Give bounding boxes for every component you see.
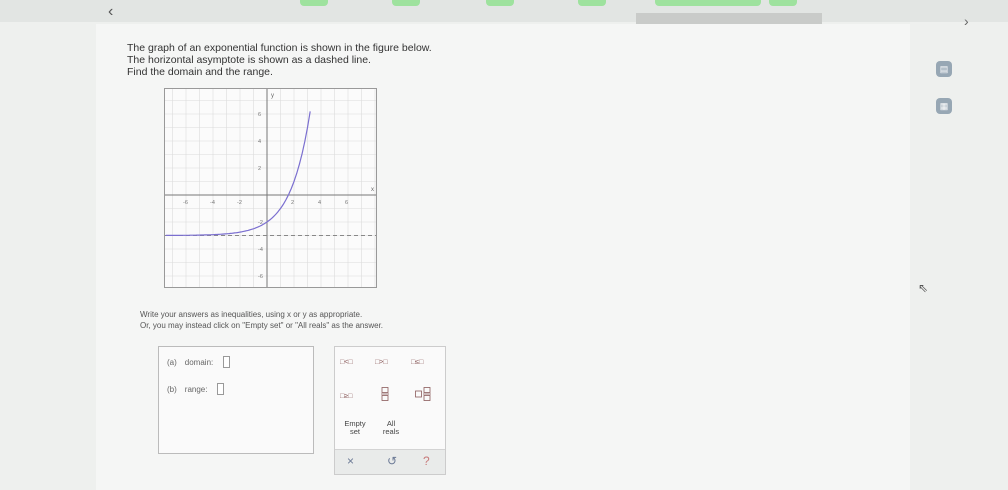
x-tick-label: 6 bbox=[345, 200, 348, 206]
answer-box: (a) domain: (b) range: bbox=[158, 346, 314, 454]
tick-labels: -6 -4 -2 2 4 6 6 4 2 -2 -4 -6 bbox=[183, 112, 348, 280]
instruction-line: Write your answers as inequalities, usin… bbox=[140, 310, 363, 319]
less-or-equal-button[interactable]: □≤□ bbox=[411, 359, 423, 366]
range-row: (b) range: bbox=[167, 383, 225, 395]
less-than-button[interactable]: □<□ bbox=[340, 359, 353, 366]
part-a-label: (a) bbox=[167, 357, 177, 367]
top-tab-indicator bbox=[578, 0, 606, 6]
fraction-icon bbox=[381, 387, 389, 401]
top-bar bbox=[0, 0, 1008, 22]
question-text: The graph of an exponential function is … bbox=[127, 42, 432, 78]
y-tick-label: -2 bbox=[258, 220, 263, 226]
mixed-number-icon bbox=[415, 387, 431, 401]
all-reals-label: reals bbox=[382, 427, 400, 436]
palette-footer: × ↺ ? bbox=[335, 449, 445, 474]
next-chevron-icon[interactable]: › bbox=[964, 13, 969, 29]
greater-or-equal-button[interactable]: □≥□ bbox=[340, 393, 352, 400]
textbook-icon[interactable]: ▤ bbox=[936, 61, 952, 77]
calculator-icon[interactable]: ▦ bbox=[936, 98, 952, 114]
empty-set-button[interactable]: Empty set bbox=[339, 420, 371, 436]
range-label: range: bbox=[184, 384, 208, 394]
all-reals-button[interactable]: All reals bbox=[375, 420, 407, 436]
y-tick-label: -6 bbox=[258, 274, 263, 280]
range-input[interactable] bbox=[217, 383, 225, 395]
clear-icon[interactable]: × bbox=[347, 454, 354, 468]
y-axis-label: y bbox=[271, 93, 274, 99]
cursor-icon: ⇖ bbox=[918, 281, 929, 295]
fraction-button[interactable] bbox=[381, 387, 389, 403]
exponential-graph: -6 -4 -2 2 4 6 6 4 2 -2 -4 -6 x y bbox=[164, 88, 377, 288]
empty-set-label: set bbox=[349, 427, 360, 436]
progress-bar bbox=[636, 13, 822, 24]
domain-label: domain: bbox=[184, 357, 214, 367]
back-chevron-icon[interactable]: ‹ bbox=[108, 3, 113, 21]
y-tick-label: 6 bbox=[258, 112, 261, 118]
y-tick-label: 4 bbox=[258, 139, 261, 145]
question-line: The graph of an exponential function is … bbox=[127, 42, 432, 54]
part-b-label: (b) bbox=[167, 384, 177, 394]
question-line: The horizontal asymptote is shown as a d… bbox=[127, 54, 371, 66]
math-palette: □<□ □>□ □≤□ □≥□ Empty set All reals × ↺ … bbox=[334, 346, 446, 475]
question-line: Find the domain and the range. bbox=[127, 66, 273, 78]
exponential-curve bbox=[165, 111, 311, 236]
instruction-line: Or, you may instead click on "Empty set"… bbox=[140, 321, 384, 330]
graph-canvas: -6 -4 -2 2 4 6 6 4 2 -2 -4 -6 x y bbox=[165, 89, 376, 287]
instructions: Write your answers as inequalities, usin… bbox=[140, 309, 383, 331]
undo-icon[interactable]: ↺ bbox=[387, 454, 397, 468]
x-tick-label: 4 bbox=[318, 200, 321, 206]
x-tick-label: -2 bbox=[237, 200, 242, 206]
x-tick-label: -6 bbox=[183, 200, 188, 206]
y-tick-label: -4 bbox=[258, 247, 263, 253]
mixed-number-button[interactable] bbox=[415, 387, 431, 403]
domain-input[interactable] bbox=[223, 356, 231, 368]
x-tick-label: -4 bbox=[210, 200, 215, 206]
x-axis-label: x bbox=[371, 187, 374, 193]
top-tab-indicator bbox=[655, 0, 761, 6]
domain-row: (a) domain: bbox=[167, 356, 231, 368]
help-icon[interactable]: ? bbox=[423, 454, 430, 468]
graph-grid bbox=[165, 89, 376, 287]
greater-than-button[interactable]: □>□ bbox=[375, 359, 388, 366]
top-tab-indicator bbox=[392, 0, 420, 6]
top-tab-indicator bbox=[486, 0, 514, 6]
x-tick-label: 2 bbox=[291, 200, 294, 206]
top-tab-indicator bbox=[769, 0, 797, 6]
top-tab-indicator bbox=[300, 0, 328, 6]
y-tick-label: 2 bbox=[258, 166, 261, 172]
